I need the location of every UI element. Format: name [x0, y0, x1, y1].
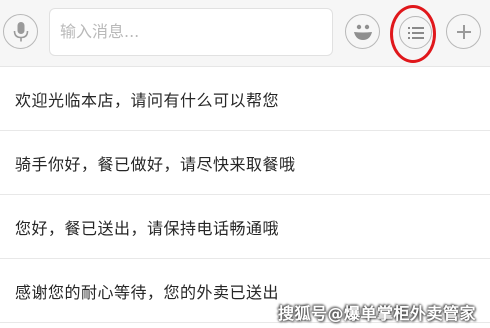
quick-reply-text: 您好，餐已送出，请保持电话畅通哦 — [15, 219, 280, 238]
quick-reply-item[interactable]: 欢迎光临本店，请问有什么可以帮您 — [0, 67, 490, 131]
quick-reply-text: 感谢您的耐心等待，您的外卖已送出 — [15, 283, 280, 302]
microphone-icon — [13, 21, 28, 41]
quick-reply-text: 欢迎光临本店，请问有什么可以帮您 — [15, 91, 280, 110]
message-input-placeholder: 输入消息... — [60, 22, 140, 41]
watermark: 搜狐号@爆单掌柜外卖管家 — [277, 304, 476, 323]
voice-button[interactable] — [3, 14, 38, 49]
more-button[interactable] — [446, 14, 481, 49]
quick-reply-item[interactable]: 您好，餐已送出，请保持电话畅通哦 — [0, 195, 490, 259]
quick-reply-button[interactable] — [399, 16, 432, 49]
list-icon — [407, 26, 424, 39]
smiley-icon — [353, 24, 372, 40]
emoji-button[interactable] — [345, 14, 380, 49]
quick-reply-item[interactable]: 骑手你好，餐已做好，请尽快来取餐哦 — [0, 131, 490, 195]
message-input[interactable]: 输入消息... — [49, 8, 333, 56]
chat-input-toolbar: 输入消息... — [0, 0, 490, 67]
plus-icon — [456, 24, 471, 39]
quick-reply-text: 骑手你好，餐已做好，请尽快来取餐哦 — [15, 155, 296, 174]
